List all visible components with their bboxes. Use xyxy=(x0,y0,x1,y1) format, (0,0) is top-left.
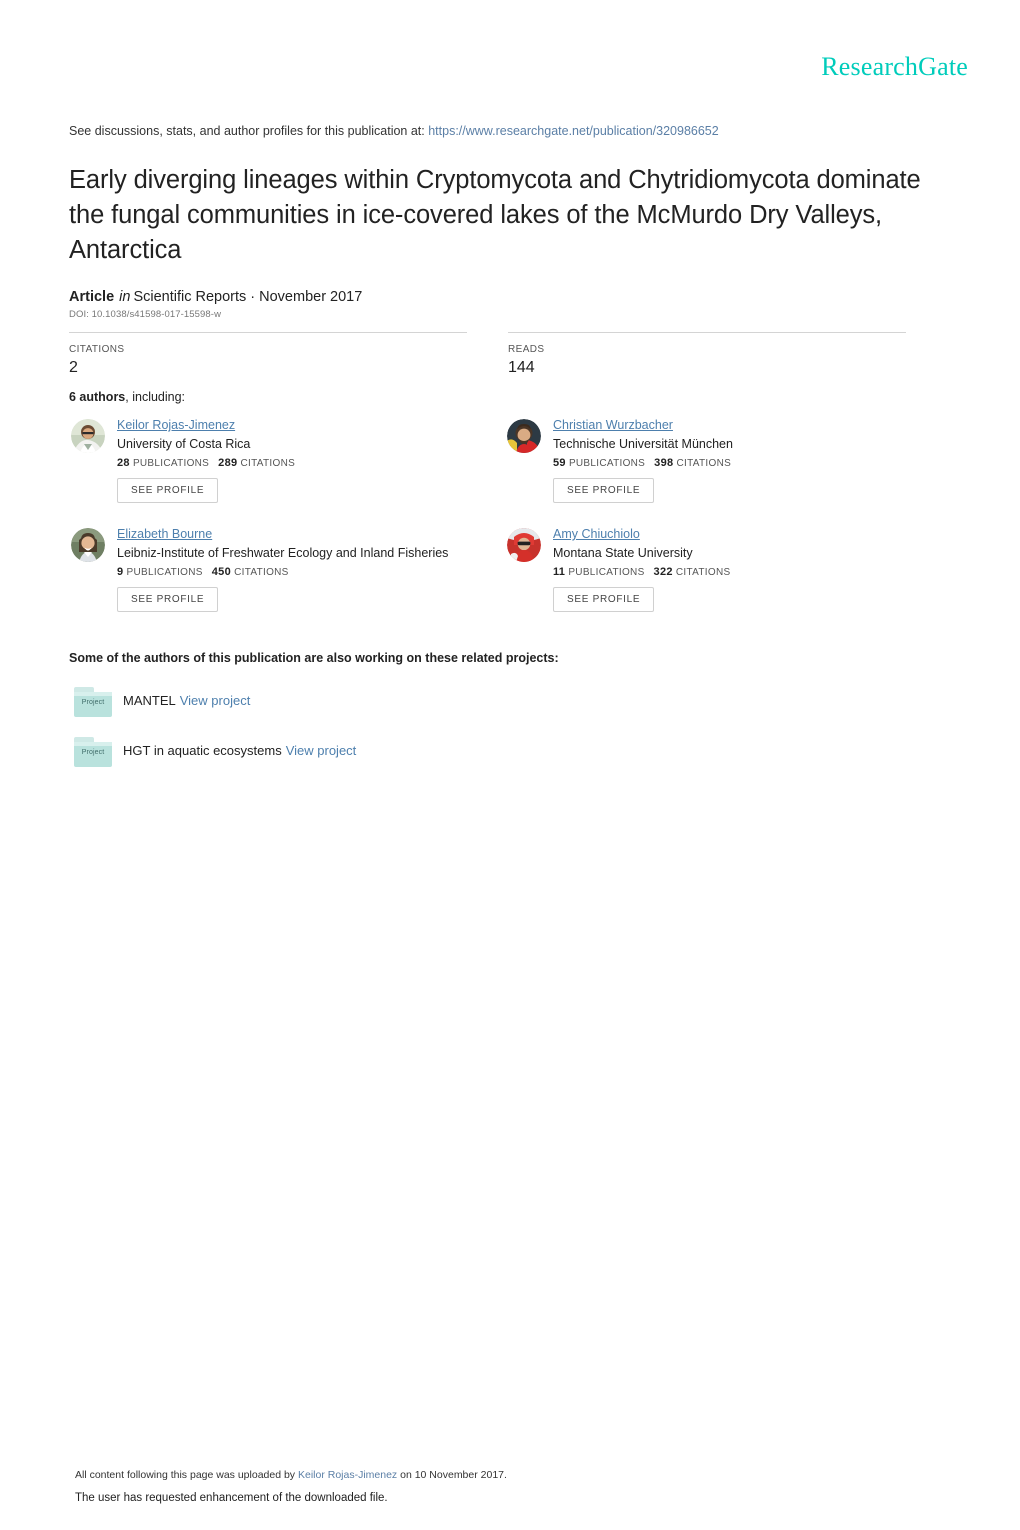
see-profile-button[interactable]: SEE PROFILE xyxy=(117,478,219,503)
project-name: MANTEL xyxy=(123,693,176,708)
footer-upload-note: All content following this page was uplo… xyxy=(75,1469,507,1481)
author-card: Amy Chiuchiolo Montana State University … xyxy=(505,525,945,612)
author-citations-count: 289 xyxy=(218,457,238,469)
see-profile-button[interactable]: SEE PROFILE xyxy=(553,587,655,612)
discussion-prefix-text: See discussions, stats, and author profi… xyxy=(69,124,425,138)
publications-label: PUBLICATIONS xyxy=(568,458,646,469)
article-venue: Scientific Reports · November 2017 xyxy=(133,289,363,305)
author-name-link[interactable]: Amy Chiuchiolo xyxy=(553,527,640,541)
stat-divider xyxy=(69,332,467,333)
footer-prefix: All content following this page was uplo… xyxy=(75,1469,296,1481)
project-folder-icon: Project xyxy=(74,737,112,767)
citations-label: CITATIONS xyxy=(676,458,732,469)
stat-value: 2 xyxy=(69,359,78,376)
stat-reads: READS 144 xyxy=(508,332,906,377)
publications-label: PUBLICATIONS xyxy=(568,567,645,578)
author-card: Keilor Rojas-Jimenez University of Costa… xyxy=(69,416,509,503)
project-row: Project HGT in aquatic ecosystems View pr… xyxy=(69,737,669,773)
author-publications-count: 9 xyxy=(117,566,124,578)
stat-divider xyxy=(508,332,906,333)
article-doi: DOI: 10.1038/s41598-017-15598-w xyxy=(69,309,222,320)
project-folder-icon-label: Project xyxy=(81,749,105,756)
project-row: Project MANTEL View project xyxy=(69,687,669,723)
author-stats: 11 PUBLICATIONS 322 CITATIONS xyxy=(553,566,945,578)
avatar xyxy=(507,419,541,453)
authors-suffix: , including: xyxy=(125,390,186,404)
author-body: Elizabeth Bourne Leibniz-Institute of Fr… xyxy=(117,525,509,612)
project-label: HGT in aquatic ecosystems View project xyxy=(123,743,356,758)
view-project-link[interactable]: View project xyxy=(286,743,357,758)
publications-label: PUBLICATIONS xyxy=(132,458,210,469)
author-publications-count: 28 xyxy=(117,457,130,469)
avatar xyxy=(507,528,541,562)
footer-suffix: on 10 November 2017. xyxy=(400,1469,507,1481)
author-citations-count: 398 xyxy=(654,457,674,469)
researchgate-logo[interactable]: ResearchGate xyxy=(821,52,968,82)
author-name-link[interactable]: Keilor Rojas-Jimenez xyxy=(117,418,235,432)
stat-citations: CITATIONS 2 xyxy=(69,332,467,377)
author-affiliation: Montana State University xyxy=(553,546,693,560)
footer-enhancement-note: The user has requested enhancement of th… xyxy=(75,1492,388,1504)
author-affiliation: University of Costa Rica xyxy=(117,437,251,451)
author-card: Elizabeth Bourne Leibniz-Institute of Fr… xyxy=(69,525,509,612)
view-project-link[interactable]: View project xyxy=(180,693,251,708)
author-card: Christian Wurzbacher Technische Universi… xyxy=(505,416,945,503)
author-stats: 28 PUBLICATIONS 289 CITATIONS xyxy=(117,457,509,469)
avatar xyxy=(71,528,105,562)
author-affiliation: Technische Universität München xyxy=(553,437,733,451)
author-publications-count: 11 xyxy=(553,566,566,578)
author-citations-count: 450 xyxy=(211,566,231,578)
stat-label: CITATIONS xyxy=(69,344,125,355)
author-body: Amy Chiuchiolo Montana State University … xyxy=(553,525,945,612)
project-name: HGT in aquatic ecosystems xyxy=(123,743,282,758)
stat-value: 144 xyxy=(508,359,535,376)
project-folder-icon-label: Project xyxy=(81,699,105,706)
author-name-link[interactable]: Christian Wurzbacher xyxy=(553,418,673,432)
authors-heading: 6 authors, including: xyxy=(69,390,185,404)
see-profile-button[interactable]: SEE PROFILE xyxy=(117,587,219,612)
project-folder-icon: Project xyxy=(74,687,112,717)
author-body: Keilor Rojas-Jimenez University of Costa… xyxy=(117,416,509,503)
article-in-label: in xyxy=(119,289,131,305)
footer-uploader-link[interactable]: Keilor Rojas-Jimenez xyxy=(298,1469,397,1481)
author-affiliation: Leibniz-Institute of Freshwater Ecology … xyxy=(117,546,449,560)
author-body: Christian Wurzbacher Technische Universi… xyxy=(553,416,945,503)
publications-label: PUBLICATIONS xyxy=(126,567,203,578)
citations-label: CITATIONS xyxy=(675,567,731,578)
article-type-label: Article xyxy=(69,289,115,305)
author-stats: 9 PUBLICATIONS 450 CITATIONS xyxy=(117,566,509,578)
author-name-link[interactable]: Elizabeth Bourne xyxy=(117,527,212,541)
avatar xyxy=(71,419,105,453)
projects-heading: Some of the authors of this publication … xyxy=(69,651,559,665)
author-publications-count: 59 xyxy=(553,457,566,469)
citations-label: CITATIONS xyxy=(234,567,289,578)
project-label: MANTEL View project xyxy=(123,693,250,708)
author-stats: 59 PUBLICATIONS 398 CITATIONS xyxy=(553,457,945,469)
author-citations-count: 322 xyxy=(653,566,673,578)
citations-label: CITATIONS xyxy=(240,458,296,469)
article-meta: Article in Scientific Reports · November 2… xyxy=(69,289,362,305)
see-profile-button[interactable]: SEE PROFILE xyxy=(553,478,655,503)
publication-cover-page: ResearchGate See discussions, stats, and… xyxy=(0,0,1020,1530)
stat-label: READS xyxy=(508,344,545,355)
authors-count: 6 authors xyxy=(69,390,126,404)
page-title: Early diverging lineages within Cryptomy… xyxy=(69,166,921,264)
discussion-line: See discussions, stats, and author profi… xyxy=(69,124,719,138)
publication-url-link[interactable]: https://www.researchgate.net/publication… xyxy=(428,124,718,138)
